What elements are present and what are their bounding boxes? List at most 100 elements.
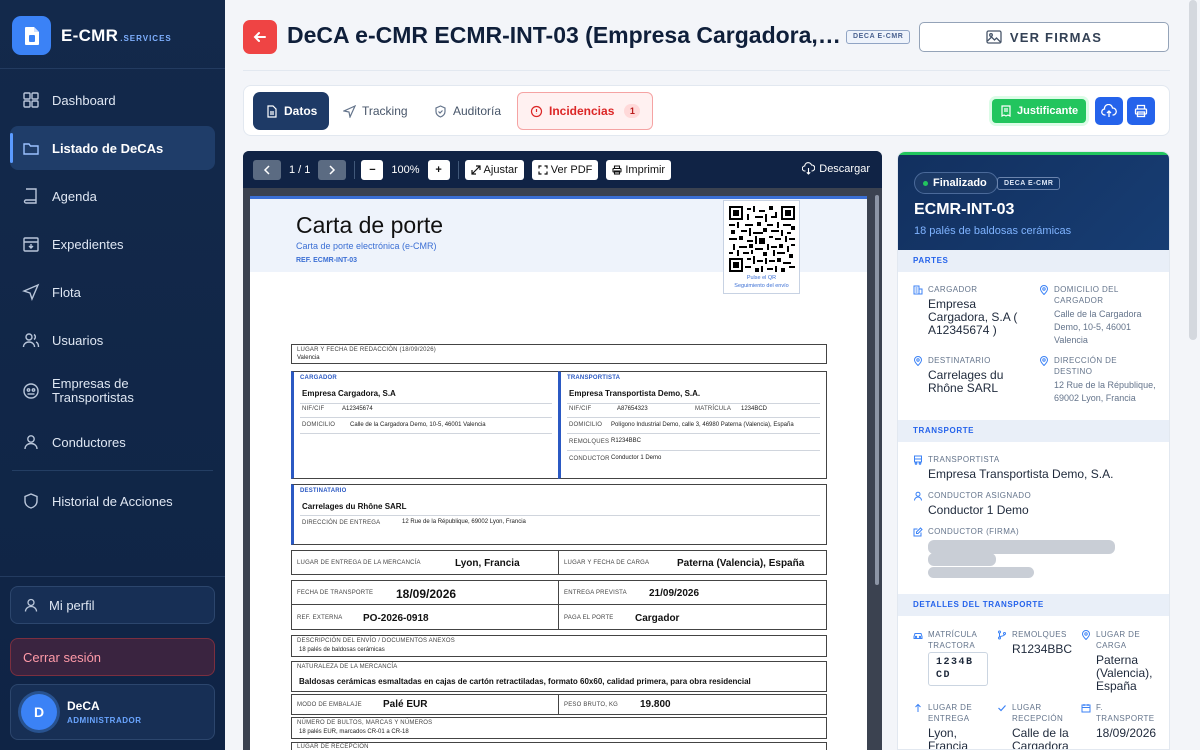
field-value: A87654323: [617, 406, 648, 412]
field-label: PAGA EL PORTE: [564, 615, 614, 621]
print-button[interactable]: [1127, 97, 1155, 125]
arrow-left-icon: [253, 32, 266, 42]
doc-type-badge: DECA E-CMR: [997, 177, 1061, 190]
brand-suffix: .SERVICES: [120, 33, 172, 43]
cloud-download-icon: [802, 162, 816, 175]
viewer-scrollbar[interactable]: [875, 195, 879, 585]
sidebar-item-agenda[interactable]: Agenda: [10, 174, 215, 218]
summary-panel: Finalizado DECA E-CMR ECMR-INT-03 18 pal…: [897, 151, 1170, 750]
map-pin-icon: [1039, 356, 1049, 366]
row-divider: [292, 604, 826, 605]
entrega-carga-row: LUGAR DE ENTREGA DE LA MERCANCÍA Lyon, F…: [291, 550, 827, 575]
logo-icon: [12, 16, 51, 55]
summary-header: Finalizado DECA E-CMR ECMR-INT-03 18 pal…: [898, 152, 1169, 250]
plate-value: 1234B CD: [928, 652, 988, 686]
recepcion-field: LUGAR DE RECEPCIÓN: [291, 742, 827, 750]
ver-firmas-button[interactable]: VER FIRMAS: [919, 22, 1169, 52]
sidebar-item-listado[interactable]: Listado de DeCAs: [10, 126, 215, 170]
download-button[interactable]: Descargar: [802, 162, 870, 175]
sidebar-item-conductores[interactable]: Conductores: [10, 420, 215, 464]
sidebar-item-dashboard[interactable]: Dashboard: [10, 78, 215, 122]
row-divider: [567, 433, 820, 434]
folder-icon: [22, 139, 40, 157]
naturaleza-field: NATURALEZA DE LA MERCANCÍA Baldosas cerá…: [291, 661, 827, 692]
fit-button[interactable]: Ajustar: [464, 159, 524, 180]
field-value: Lyon, Francia: [455, 558, 520, 569]
tab-auditoria[interactable]: Auditoría: [422, 92, 513, 130]
download-label: Descargar: [819, 162, 870, 175]
field-label: NIF/CIF: [302, 406, 325, 412]
field-value: Calle de la Cargadora Demo, 10-5, 46001 …: [350, 422, 486, 428]
document-viewer: 1 / 1 − 100% + Ajustar Ver PDF Imprimir …: [243, 151, 882, 750]
field-value: Calle de la Cargadora: [1012, 726, 1069, 750]
document-description: 18 palés de baldosas cerámicas: [914, 225, 1072, 237]
sidebar-item-historial[interactable]: Historial de Acciones: [10, 479, 215, 523]
column-divider: [558, 695, 559, 714]
document-id: ECMR-INT-03: [914, 201, 1015, 218]
page-scrollbar[interactable]: [1189, 0, 1197, 340]
maximize-icon: [538, 164, 548, 175]
user-card[interactable]: D DeCA ADMINISTRADOR: [10, 684, 215, 740]
field-value: 12 Rue de la République, 69002 Lyon, Fra…: [402, 519, 526, 525]
zoom-out-button[interactable]: −: [361, 159, 384, 180]
truck-icon: [913, 455, 923, 465]
field-label: LUGAR DE CARGA: [1096, 630, 1141, 650]
sidebar-divider: [0, 68, 225, 69]
logout-button[interactable]: Cerrar sesión: [10, 638, 215, 676]
qr-code[interactable]: Pulse el QR Seguimiento del envío: [723, 200, 800, 294]
field-label: ENTREGA PREVISTA: [564, 590, 627, 596]
embalaje-peso-row: MODO DE EMBALAJE Palé EUR PESO BRUTO, KG…: [291, 694, 827, 715]
users-icon: [22, 331, 40, 349]
zoom-in-button[interactable]: +: [427, 159, 450, 180]
field-label: LUGAR DE RECEPCIÓN: [297, 744, 369, 750]
field-label: FECHA DE TRANSPORTE: [297, 590, 374, 596]
incidencias-count-badge: 1: [624, 104, 641, 118]
cargador-box: CARGADOR Empresa Cargadora, S.A NIF/CIF …: [291, 371, 559, 479]
back-button[interactable]: [243, 20, 277, 54]
tab-tracking[interactable]: Tracking: [331, 92, 420, 130]
check-icon: [997, 703, 1007, 713]
tab-incidencias[interactable]: Incidencias 1: [517, 92, 654, 130]
field-label: CONDUCTOR: [569, 456, 610, 462]
field-label: LUGAR DE ENTREGA DE LA MERCANCÍA: [297, 560, 421, 566]
car-icon: [913, 630, 923, 640]
shield-icon: [22, 492, 40, 510]
brand[interactable]: E-CMR .SERVICES: [12, 16, 172, 55]
fechas-box: FECHA DE TRANSPORTE 18/09/2026 ENTREGA P…: [291, 580, 827, 630]
field-label: CARGADOR: [300, 375, 337, 381]
viewer-print-label: Imprimir: [625, 163, 666, 176]
view-pdf-button[interactable]: Ver PDF: [531, 159, 599, 180]
sidebar-item-empresas[interactable]: Empresas de Transportistas: [10, 366, 215, 416]
row-divider: [300, 403, 552, 404]
viewer-print-button[interactable]: Imprimir: [606, 159, 672, 180]
field-label: CONDUCTOR (FIRMA): [928, 527, 1020, 536]
upload-button[interactable]: [1095, 97, 1123, 125]
redaccion-field: LUGAR Y FECHA DE REDACCIÓN (18/09/2026) …: [291, 344, 827, 364]
field-value: PO-2026-0918: [363, 613, 429, 624]
field-label: PESO BRUTO, KG: [564, 702, 619, 708]
sidebar-item-flota[interactable]: Flota: [10, 270, 215, 314]
sidebar-item-usuarios[interactable]: Usuarios: [10, 318, 215, 362]
column-divider: [558, 581, 559, 629]
qr-caption-line: Seguimiento del envío: [734, 283, 789, 289]
next-page-button[interactable]: [318, 159, 347, 180]
chevron-right-icon: [329, 164, 336, 175]
archive-icon: [22, 235, 40, 253]
field-label: DESTINATARIO: [928, 356, 991, 365]
user-icon: [22, 433, 40, 451]
transportista-box: TRANSPORTISTA Empresa Transportista Demo…: [558, 371, 827, 479]
profile-button[interactable]: Mi perfil: [10, 586, 215, 624]
tab-datos[interactable]: Datos: [253, 92, 330, 130]
chevron-left-icon: [263, 164, 270, 175]
justificante-button[interactable]: Justificante: [992, 99, 1087, 123]
row-divider: [567, 403, 820, 404]
descripcion-field: DESCRIPCIÓN DEL ENVÍO / DOCUMENTOS ANEXO…: [291, 635, 827, 657]
expand-icon: [470, 164, 481, 175]
sidebar-item-expedientes[interactable]: Expedientes: [10, 222, 215, 266]
document-subtitle: Carta de porte electrónica (e-CMR): [296, 241, 437, 251]
field-value: Cargador: [635, 613, 680, 624]
field-label: DOMICILIO: [302, 422, 336, 428]
field-value: 18/09/2026: [396, 587, 457, 601]
prev-page-button[interactable]: [253, 159, 281, 180]
justificante-label: Justificante: [1017, 105, 1079, 117]
